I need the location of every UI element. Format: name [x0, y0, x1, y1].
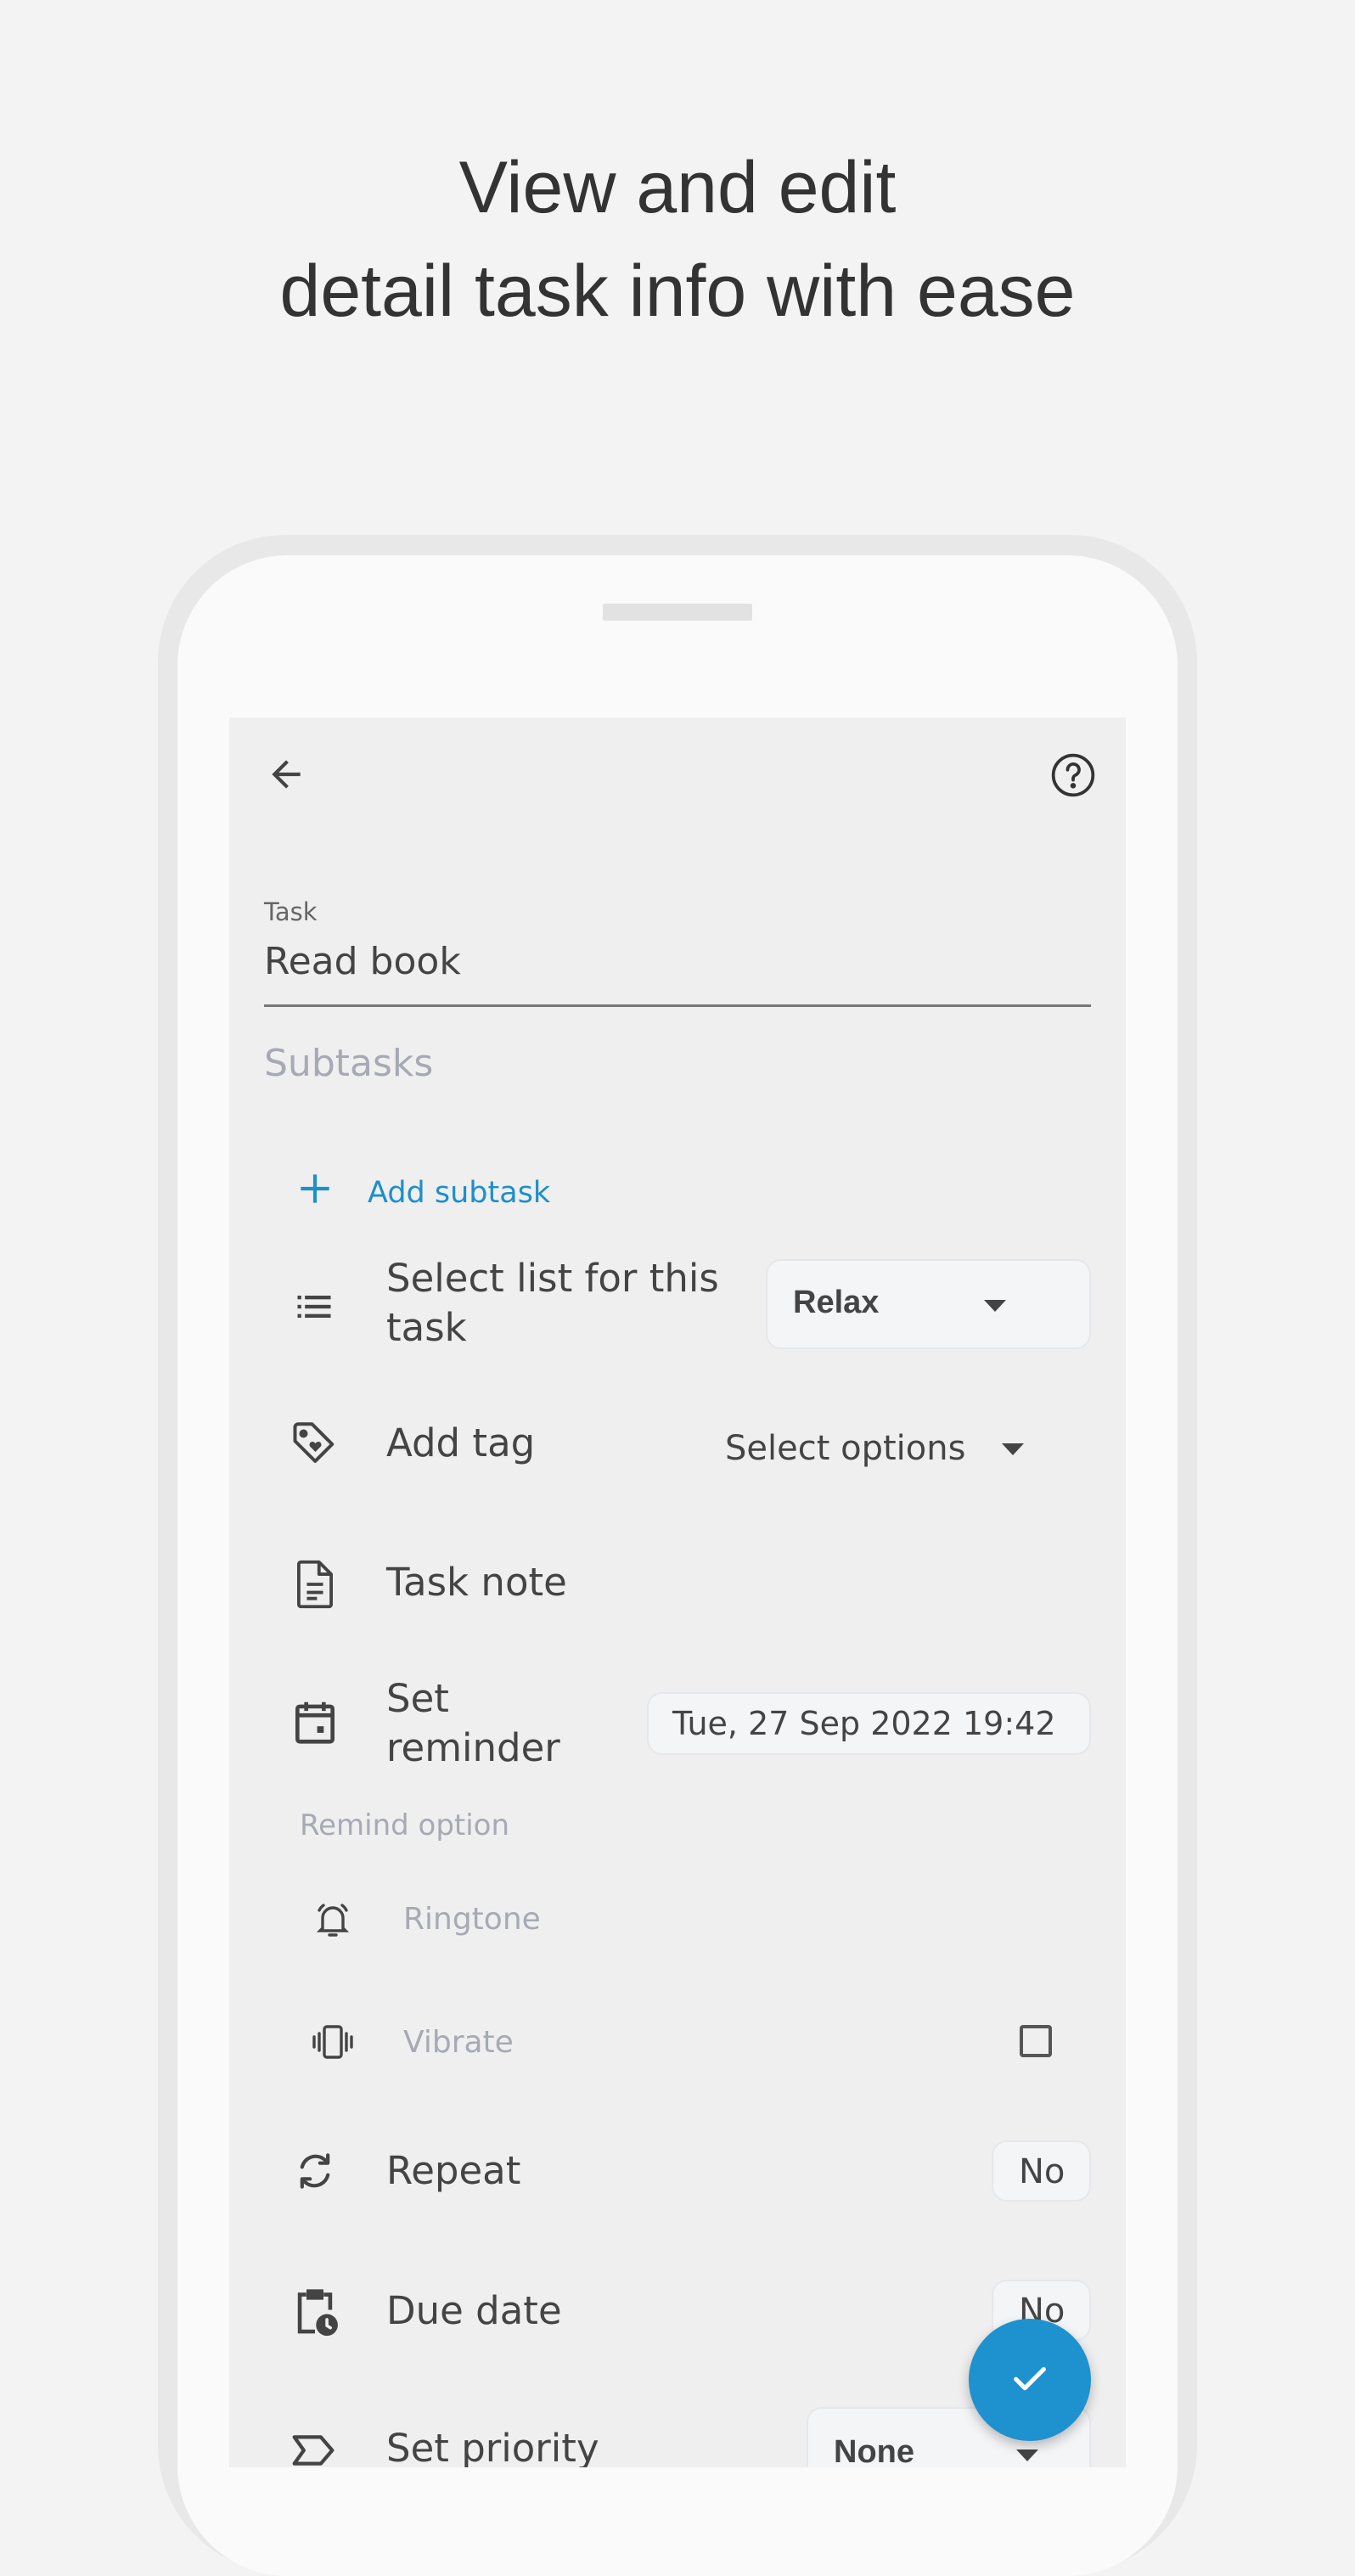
subtasks-heading: Subtasks: [264, 1042, 434, 1085]
check-icon: [1006, 2354, 1054, 2406]
help-circle-icon[interactable]: [1049, 751, 1097, 799]
repeat-icon: [291, 2147, 339, 2195]
tag-select-value: Select options: [725, 1429, 966, 1468]
add-tag-label: Add tag: [386, 1420, 536, 1465]
headline-line-1: View and edit: [458, 147, 897, 228]
task-field-label: Task: [264, 897, 318, 926]
clipboard-clock-icon: [289, 2285, 341, 2339]
chevron-down-icon: [1002, 1443, 1024, 1455]
priority-label-icon: [289, 2429, 338, 2467]
save-task-fab[interactable]: [969, 2319, 1091, 2441]
arrow-left-icon[interactable]: [265, 753, 307, 796]
reminder-datetime-button[interactable]: Tue, 27 Sep 2022 19:42: [647, 1692, 1091, 1755]
repeat-value: No: [1019, 2152, 1065, 2191]
add-subtask-button[interactable]: Add subtask: [294, 1167, 565, 1218]
task-name-input[interactable]: Read book: [264, 940, 461, 983]
vibrate-option-label: Vibrate: [403, 2025, 514, 2060]
document-icon: [290, 1558, 340, 1611]
set-priority-label: Set priority: [386, 2426, 599, 2467]
phone-speaker: [603, 604, 752, 621]
list-select-dropdown[interactable]: Relax: [766, 1259, 1091, 1349]
vibrate-checkbox[interactable]: [1020, 2025, 1052, 2057]
repeat-button[interactable]: No: [992, 2140, 1091, 2202]
headline: View and edit detail task info with ease: [0, 136, 1355, 343]
calendar-icon: [289, 1696, 341, 1748]
remind-option-heading: Remind option: [300, 1808, 510, 1842]
list-select-value: Relax: [793, 1285, 880, 1320]
ringtone-option[interactable]: Ringtone: [403, 1902, 541, 1937]
task-note-button[interactable]: Task note: [386, 1558, 567, 1607]
vibrate-icon: [309, 2022, 357, 2062]
set-reminder-label-line-1: Set: [386, 1676, 449, 1721]
set-reminder-label: Set reminder: [386, 1674, 560, 1773]
chevron-down-icon: [984, 1300, 1006, 1312]
tag-heart-icon: [289, 1419, 340, 1470]
due-date-label: Due date: [386, 2288, 562, 2333]
plus-icon: [294, 1167, 336, 1210]
list-icon: [292, 1285, 336, 1329]
bell-ringing-icon: [312, 1899, 353, 1940]
tag-select-dropdown[interactable]: Select options: [713, 1414, 1091, 1482]
select-list-label: Select list for this task: [386, 1254, 719, 1353]
reminder-datetime-value: Tue, 27 Sep 2022 19:42: [672, 1705, 1056, 1742]
select-list-label-line-1: Select list for this: [386, 1256, 719, 1301]
set-reminder-label-line-2: reminder: [386, 1725, 560, 1770]
add-subtask-label: Add subtask: [368, 1176, 551, 1210]
select-list-label-line-2: task: [386, 1305, 467, 1350]
priority-select-value: None: [834, 2434, 914, 2467]
repeat-label: Repeat: [386, 2148, 521, 2193]
chevron-down-icon: [1016, 2449, 1038, 2461]
headline-line-2: detail task info with ease: [279, 250, 1076, 332]
task-input-underline: [264, 1004, 1091, 1007]
task-detail-screen: Task Read book Subtasks Add subtask Sele…: [229, 717, 1126, 2467]
